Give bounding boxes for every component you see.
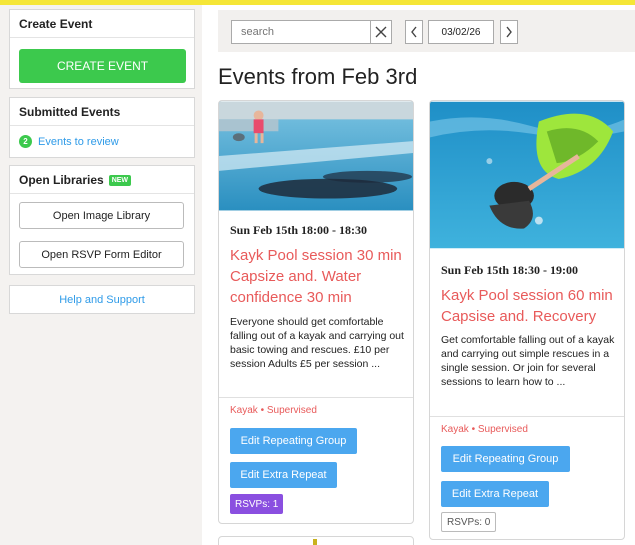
event-tags: Kayak • Supervised [230, 405, 317, 416]
help-and-support-link[interactable]: Help and Support [9, 285, 195, 314]
next-date-button[interactable] [500, 20, 518, 44]
chevron-right-icon [506, 26, 512, 38]
events-to-review-link[interactable]: 2 Events to review [19, 135, 119, 148]
close-icon [375, 26, 387, 38]
event-description: Everyone should get comfortable falling … [230, 316, 404, 370]
date-field[interactable]: 03/02/26 [428, 20, 494, 44]
create-event-button[interactable]: CREATE EVENT [19, 49, 186, 83]
clear-search-button[interactable] [370, 20, 392, 44]
create-event-panel: Create Event CREATE EVENT [9, 9, 195, 89]
event-card[interactable] [218, 536, 414, 545]
rsvp-count-badge[interactable]: RSVPs: 1 [230, 494, 284, 514]
event-description: Get comfortable falling out of a kayak a… [441, 334, 615, 388]
event-title[interactable]: Kayk Pool session 30 min Capsize and. Wa… [230, 245, 408, 308]
event-card[interactable]: Sun Feb 15th 18:00 - 18:30 Kayk Pool ses… [218, 100, 414, 524]
edit-repeating-group-button[interactable]: Edit Repeating Group [441, 446, 570, 472]
event-date: Sun Feb 15th 18:30 - 19:00 [441, 263, 579, 277]
sidebar: Create Event CREATE EVENT Submitted Even… [0, 5, 202, 545]
edit-extra-repeat-button[interactable]: Edit Extra Repeat [230, 462, 337, 488]
search-toolbar: 03/02/26 [218, 10, 635, 52]
open-libraries-title: Open Libraries [19, 173, 104, 187]
edit-extra-repeat-button[interactable]: Edit Extra Repeat [441, 481, 549, 507]
review-count-badge: 2 [19, 135, 32, 148]
events-to-review-label: Events to review [38, 135, 119, 148]
new-badge: NEW [108, 174, 132, 186]
open-image-library-button[interactable]: Open Image Library [19, 202, 184, 229]
event-date: Sun Feb 15th 18:00 - 18:30 [230, 223, 368, 237]
open-rsvp-form-editor-button[interactable]: Open RSVP Form Editor [19, 241, 184, 268]
search-input[interactable] [231, 20, 375, 44]
submitted-events-heading: Submitted Events [10, 98, 194, 126]
rsvp-count-badge[interactable]: RSVPs: 0 [441, 512, 497, 532]
event-image [430, 101, 624, 249]
chevron-left-icon [411, 26, 417, 38]
submitted-events-panel: Submitted Events 2 Events to review [9, 97, 195, 158]
edit-repeating-group-button[interactable]: Edit Repeating Group [230, 428, 357, 454]
create-event-heading: Create Event [10, 10, 194, 38]
open-libraries-heading: Open Libraries NEW [10, 166, 194, 194]
event-title[interactable]: Kayk Pool session 60 min Capsise and. Re… [441, 285, 621, 327]
page-title: Events from Feb 3rd [218, 64, 418, 89]
open-libraries-panel: Open Libraries NEW Open Image Library Op… [9, 165, 195, 275]
card-divider [430, 416, 624, 417]
event-image [313, 539, 317, 545]
previous-date-button[interactable] [405, 20, 423, 44]
event-image [219, 101, 413, 211]
event-tags: Kayak • Supervised [441, 424, 528, 435]
card-divider [219, 397, 413, 398]
event-card[interactable]: Sun Feb 15th 18:30 - 19:00 Kayk Pool ses… [429, 100, 625, 540]
